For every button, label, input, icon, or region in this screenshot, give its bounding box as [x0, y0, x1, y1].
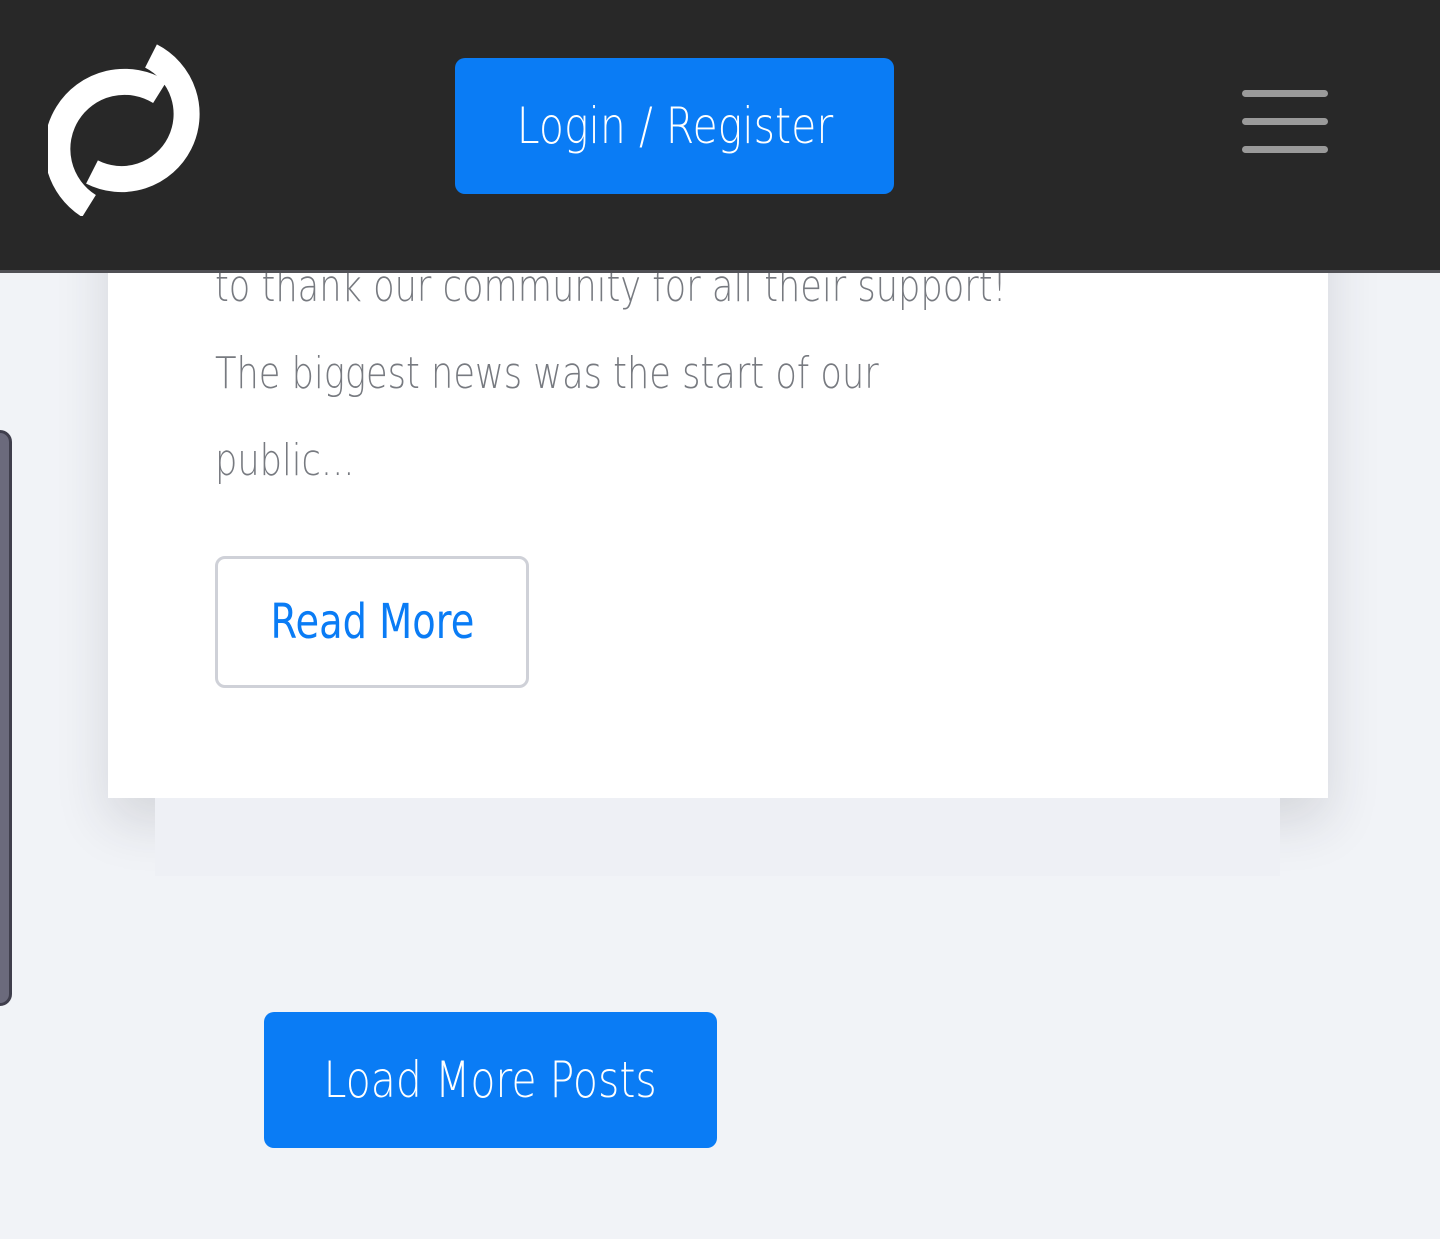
read-more-label: Read More: [270, 594, 474, 650]
post-excerpt: to thank our community for all their sup…: [215, 243, 1063, 504]
card-shadow-strip: [155, 798, 1280, 876]
menu-bar: [1242, 118, 1328, 125]
hamburger-menu-icon[interactable]: [1238, 84, 1332, 160]
site-header: Login / Register: [0, 0, 1440, 270]
menu-bar: [1242, 146, 1328, 153]
sync-arrows-logo-icon[interactable]: [44, 44, 204, 218]
load-more-posts-button[interactable]: Load More Posts: [264, 1012, 717, 1148]
side-scroll-handle[interactable]: [0, 430, 12, 1006]
excerpt-line: public...: [215, 435, 355, 486]
header-divider: [0, 270, 1440, 273]
load-more-label: Load More Posts: [323, 1051, 658, 1109]
excerpt-line: The biggest news was the start of our: [215, 348, 879, 399]
login-register-label: Login / Register: [516, 97, 833, 155]
read-more-button[interactable]: Read More: [215, 556, 529, 688]
menu-bar: [1242, 90, 1328, 97]
login-register-button[interactable]: Login / Register: [455, 58, 894, 194]
